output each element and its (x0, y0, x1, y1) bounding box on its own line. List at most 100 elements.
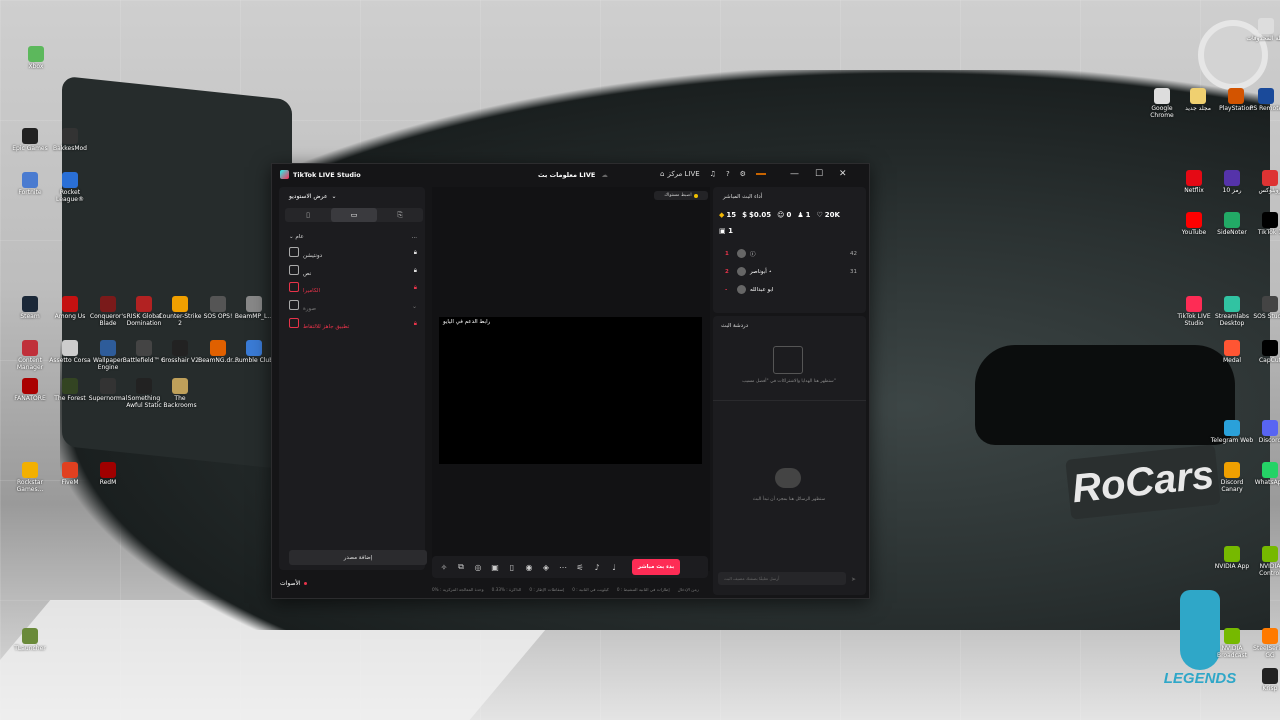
desktop-icon[interactable]: Fortnite (8, 172, 52, 196)
source-item[interactable]: الكاميرا 🔒︎ (289, 282, 417, 294)
lock-icon[interactable]: 🔒︎ (414, 284, 417, 292)
desktop-icon[interactable]: PS Remote (1244, 88, 1280, 112)
desktop-icon[interactable]: CapCut (1248, 340, 1280, 364)
viewer-score: 31 (850, 268, 857, 275)
desktop-icon[interactable]: FANATORE (8, 378, 52, 402)
microphone-icon[interactable]: ♩ (609, 562, 619, 572)
app-icon (1224, 628, 1240, 644)
desktop-icon[interactable]: سلة المحذوفات (1244, 18, 1280, 42)
magic-wand-icon[interactable]: ✧ (439, 562, 449, 572)
orientation-toggle: ▯ ▭ ⎘ (285, 208, 423, 222)
desktop-icon[interactable]: Rockstar Games... (8, 462, 52, 493)
audio-section[interactable]: الأصوات (280, 580, 307, 587)
phone-icon[interactable]: ▯ (507, 562, 517, 572)
language-flag-icon[interactable] (755, 173, 766, 175)
app-icon (1224, 296, 1240, 312)
screen-icon[interactable]: ▣ (490, 562, 500, 572)
help-icon[interactable]: ? (726, 170, 730, 178)
app-icon (1224, 340, 1240, 356)
desktop-icon[interactable]: Krisp (1248, 668, 1280, 692)
desktop-icon[interactable]: Content Manager (8, 340, 52, 371)
desktop-icon[interactable]: RedM (86, 462, 130, 486)
live-info[interactable]: معلومات بث LIVE ☁ (538, 171, 608, 179)
record-icon[interactable]: ◉ (524, 562, 534, 572)
app-icon (136, 378, 152, 394)
gear-icon[interactable]: ⚙ (740, 170, 746, 178)
more-options-icon[interactable]: ... (412, 234, 417, 240)
desktop-icon-label: SteelSeries GG (1253, 645, 1280, 659)
app-icon (136, 340, 152, 356)
source-item[interactable]: نص 🔒︎ (289, 265, 417, 277)
desktop-icon[interactable]: Xbox (14, 46, 58, 70)
scenes-panel: عرض الاستوديو ⌄ ▯ ▭ ⎘ ⌄ عام ... دونتيشن 🔒… (279, 187, 427, 570)
viewers-icon: ☺ (777, 211, 785, 219)
lightbulb-icon (693, 193, 698, 198)
desktop-icon[interactable]: Epic Games (8, 128, 52, 152)
lock-icon[interactable]: 🔒︎ (414, 267, 417, 275)
scene-section-title[interactable]: ⌄ عام (289, 234, 304, 240)
stream-preview[interactable]: رابط الدعم في اليايو (439, 317, 702, 464)
desktop-icon[interactable]: SteelSeries GG (1248, 628, 1280, 659)
settings-sliders-icon[interactable]: ⚟ (575, 562, 585, 572)
desktop-icon-label: SOS Studio (1253, 313, 1280, 320)
desktop-icon[interactable]: BakkesMod (48, 128, 92, 152)
desktop-icon[interactable]: SOS Studio (1248, 296, 1280, 320)
broadcast-icon[interactable]: ◈ (541, 562, 551, 572)
speaker-icon[interactable]: ♪ (592, 562, 602, 572)
stat-value: 15 (726, 211, 737, 219)
go-live-button[interactable]: بدء بث مباشر (632, 559, 680, 575)
chevron-down-icon: ⌄ (331, 193, 337, 200)
app-icon (100, 462, 116, 478)
live-info-label: معلومات بث LIVE (538, 171, 596, 179)
close-button[interactable]: ✕ (839, 169, 847, 179)
effects-icon[interactable]: ◎ (473, 562, 483, 572)
desktop-icon[interactable]: Steam (8, 296, 52, 320)
desktop-icon[interactable]: NVIDIA Control (1248, 546, 1280, 577)
maximize-button[interactable]: ☐ (815, 169, 823, 179)
desktop-icon[interactable]: BeamMP_L... (232, 296, 276, 320)
desktop-icon[interactable]: The Backrooms (158, 378, 202, 409)
lock-icon[interactable]: 🔒︎ (414, 249, 417, 257)
heart-icon: ♡ (816, 211, 823, 219)
app-icon (1228, 88, 1244, 104)
ranking-row[interactable]: - ابو عبدالله (725, 285, 857, 294)
bell-icon[interactable]: ♫ (710, 170, 716, 178)
ranking-row[interactable]: 2 أبوناصر ⋆ 31 (725, 267, 857, 276)
chat-input[interactable]: أرسل تعليقًا بصفتك مضيف البث (718, 572, 846, 585)
tip-banner[interactable]: اضبط مستواك (654, 191, 708, 200)
stat-item: $ $0.05 (742, 211, 771, 219)
app-icon (1190, 88, 1206, 104)
portrait-mode-button[interactable]: ▯ (285, 208, 331, 222)
mobile-mode-button[interactable]: ⎘ (377, 208, 423, 222)
ranking-row[interactable]: 1 ⓘ 42 (725, 249, 857, 258)
app-capture-icon (289, 318, 299, 328)
live-performance-card: أداء البث المباشر ◆ 15 $ $0.05 ☺ 0 ♟ 1 ♡ 20K ▣ 1 … (713, 187, 866, 313)
person-icon: ♟ (797, 211, 804, 219)
desktop-icon-label: BakkesMod (52, 145, 87, 152)
landscape-mode-button[interactable]: ▭ (331, 208, 377, 222)
stat-item: ♡ 20K (817, 211, 840, 219)
add-source-button[interactable]: إضافة مصدر (289, 550, 427, 565)
more-icon[interactable]: ⋯ (558, 562, 568, 572)
desktop-icon[interactable]: Rumble Club (232, 340, 276, 364)
desktop-icon[interactable]: WhatsApp (1248, 462, 1280, 486)
desktop-icon[interactable]: Rocket League® (48, 172, 92, 203)
desktop-icon[interactable]: TLauncher (8, 628, 52, 652)
app-icon (22, 340, 38, 356)
live-center-button[interactable]: ⌂ مركز LIVE (660, 170, 700, 178)
layers-icon[interactable]: ⧉ (456, 562, 466, 572)
desktop-icon[interactable]: Discord (1248, 420, 1280, 444)
send-icon[interactable]: ➤ (851, 576, 856, 583)
source-item[interactable]: صورة ⌄ (289, 300, 417, 312)
tiktok-live-studio-window: TikTok LIVE Studio معلومات بث LIVE ☁ ⌂ مرك… (271, 163, 870, 599)
app-icon (22, 462, 38, 478)
studio-view-dropdown[interactable]: عرض الاستوديو ⌄ (289, 193, 337, 200)
app-icon (246, 340, 262, 356)
source-item[interactable]: دونتيشن 🔒︎ (289, 247, 417, 259)
chevron-down-icon[interactable]: ⌄ (412, 303, 417, 310)
lock-icon[interactable]: 🔒︎ (414, 320, 417, 328)
source-item[interactable]: تطبيق جاهز للالتقاط 🔒︎ (289, 318, 417, 330)
desktop-icon[interactable]: روبلوكس (1248, 170, 1280, 194)
minimize-button[interactable]: — (790, 169, 799, 179)
desktop-icon[interactable]: TikTok 1 (1248, 212, 1280, 236)
